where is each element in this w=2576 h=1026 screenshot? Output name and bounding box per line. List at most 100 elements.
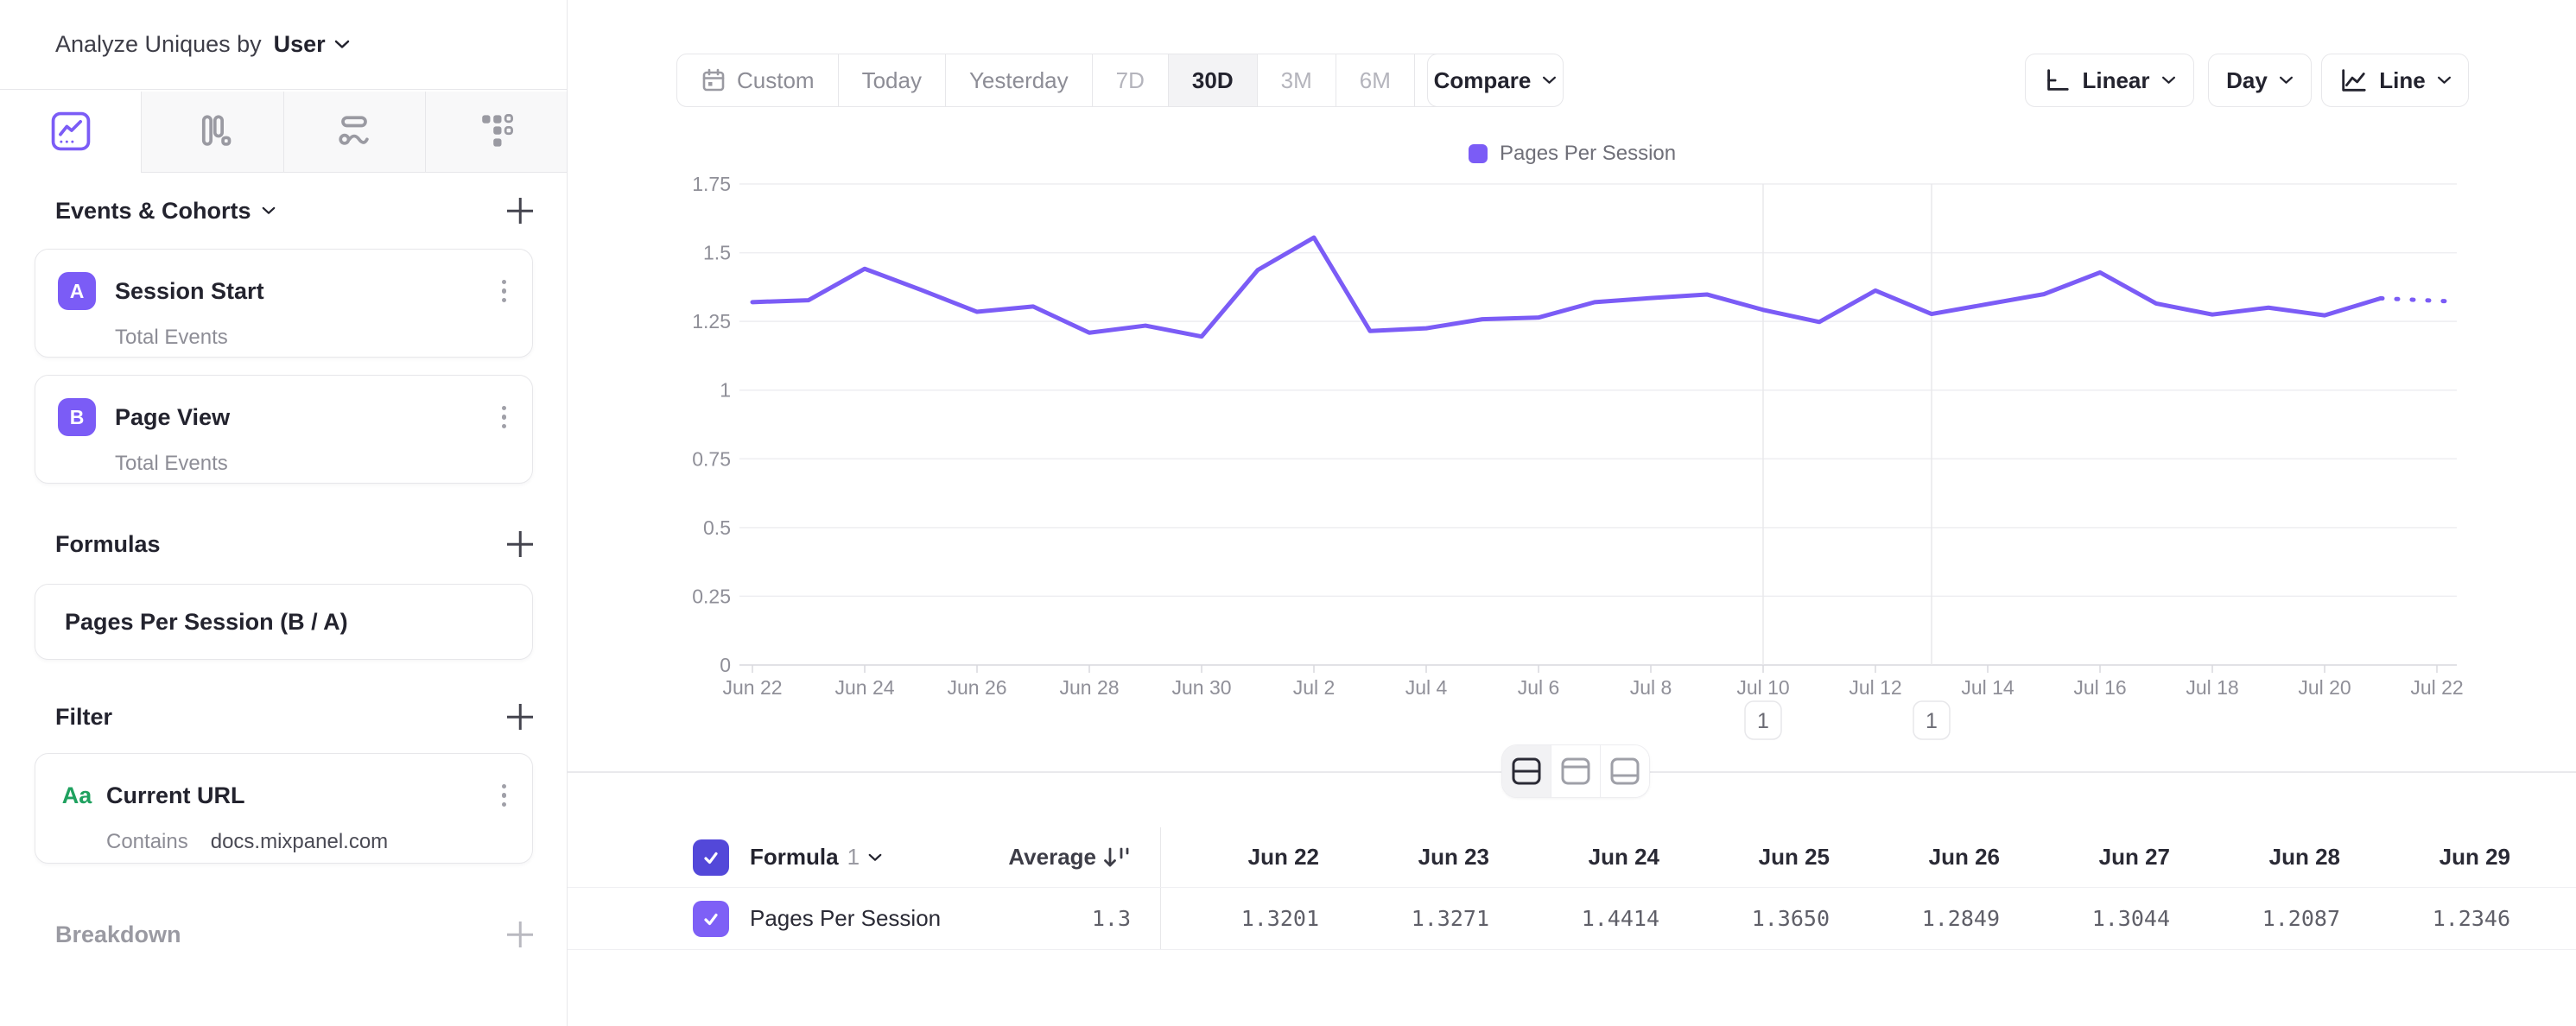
filter-value[interactable]: docs.mixpanel.com — [211, 830, 388, 854]
range-button-custom[interactable]: Custom — [677, 54, 838, 106]
breakdown-table: Formula 1 Average Jun 22Jun 23Jun 24Jun … — [568, 827, 2576, 950]
split-view-icon — [1511, 757, 1542, 786]
x-axis-label: Jun 24 — [834, 676, 894, 699]
tab-retention[interactable] — [425, 92, 567, 173]
layout-table-view-button[interactable] — [1600, 745, 1649, 797]
interval-dropdown[interactable]: Day — [2208, 54, 2312, 107]
chevron-down-icon — [334, 40, 350, 49]
range-button-30d[interactable]: 30D — [1168, 54, 1257, 106]
string-type-icon: Aa — [58, 776, 96, 814]
series-checkbox[interactable] — [693, 901, 729, 937]
report-type-tabbar — [0, 92, 567, 173]
x-axis-label: Jul 10 — [1736, 676, 1789, 699]
table-row[interactable]: Pages Per Session 1.3 1.32011.32711.4414… — [568, 888, 2576, 950]
x-axis-label: Jul 18 — [2186, 676, 2238, 699]
date-column-header: Jun 22 — [1161, 844, 1331, 871]
date-cell-value: 1.3201 — [1161, 906, 1331, 931]
add-event-button[interactable] — [504, 195, 536, 226]
layout-chart-view-button[interactable] — [1551, 745, 1600, 797]
sidebar: Analyze Uniques by User — [0, 0, 568, 1026]
x-axis-label: Jun 22 — [722, 676, 782, 699]
x-axis: Jun 22Jun 24Jun 26Jun 28Jun 30Jul 2Jul 4… — [722, 665, 2463, 699]
event-card-page-view[interactable]: B Page View Total Events — [35, 375, 533, 484]
x-axis-label: Jun 30 — [1171, 676, 1231, 699]
x-axis-label: Jul 16 — [2073, 676, 2126, 699]
axis-scale-dropdown[interactable]: Linear — [2025, 54, 2194, 107]
average-value: 1.3 — [1092, 906, 1131, 931]
formula-group-dropdown[interactable]: Formula 1 — [750, 844, 882, 871]
event-metric[interactable]: Total Events — [115, 326, 228, 350]
filter-section-header: Filter — [55, 701, 536, 732]
x-axis-label: Jul 14 — [1961, 676, 2014, 699]
select-all-checkbox[interactable] — [693, 839, 729, 876]
filter-menu-button[interactable] — [498, 781, 511, 811]
analyze-by-value: User — [274, 31, 326, 58]
range-button-7d[interactable]: 7D — [1092, 54, 1168, 106]
flows-icon — [332, 109, 377, 154]
date-column-header: Jun 23 — [1331, 844, 1501, 871]
range-button-6m[interactable]: 6M — [1336, 54, 1414, 106]
date-cell-value: 1.4414 — [1501, 906, 1672, 931]
event-badge-b: B — [58, 398, 96, 436]
breakdown-section-header: Breakdown — [55, 919, 536, 950]
date-column-header: Jun 27 — [2012, 844, 2182, 871]
range-button-yesterday[interactable]: Yesterday — [945, 54, 1092, 106]
average-column-header: Average — [1008, 844, 1096, 871]
x-axis-label: Jul 12 — [1849, 676, 1901, 699]
range-button-3m[interactable]: 3M — [1257, 54, 1336, 106]
x-axis-label: Jul 22 — [2410, 676, 2463, 699]
chevron-down-icon — [2279, 76, 2294, 85]
chart-view-icon — [1560, 757, 1591, 786]
check-icon — [701, 848, 720, 867]
chart-legend[interactable]: Pages Per Session — [1469, 142, 1676, 166]
legend-label: Pages Per Session — [1500, 142, 1676, 166]
date-column-header: Jun 29 — [2352, 844, 2522, 871]
filter-card-current-url[interactable]: Aa Current URL Contains docs.mixpanel.co… — [35, 753, 533, 864]
add-breakdown-button[interactable] — [504, 919, 536, 950]
event-menu-button[interactable] — [498, 402, 511, 433]
check-icon — [701, 909, 720, 928]
layout-split-view-button[interactable] — [1502, 745, 1551, 797]
formula-card[interactable]: Pages Per Session (B / A) — [35, 584, 533, 660]
chevron-down-icon — [1542, 76, 1557, 85]
events-section-header: Events & Cohorts — [55, 195, 536, 226]
range-button-today[interactable]: Today — [838, 54, 945, 106]
line-chart[interactable]: 00.250.50.7511.251.51.7511Jun 22Jun 24Ju… — [682, 173, 2481, 760]
filter-operator[interactable]: Contains — [106, 830, 188, 854]
chevron-down-icon — [262, 206, 276, 215]
tab-bars[interactable] — [141, 92, 282, 173]
sort-icon[interactable] — [1101, 845, 1131, 871]
tab-flows[interactable] — [283, 92, 425, 173]
linear-axis-icon — [2043, 66, 2071, 94]
tab-insights[interactable] — [0, 92, 141, 173]
y-axis-label: 1.25 — [692, 310, 731, 332]
event-menu-button[interactable] — [498, 276, 511, 307]
event-card-session-start[interactable]: A Session Start Total Events — [35, 249, 533, 358]
event-metric[interactable]: Total Events — [115, 452, 228, 476]
legend-swatch — [1469, 144, 1488, 163]
filter-property-name: Current URL — [106, 782, 245, 809]
bar-chart-icon — [190, 109, 235, 154]
analyze-by-dropdown[interactable]: User — [274, 31, 350, 58]
analyze-uniques-label: Analyze Uniques by — [55, 31, 262, 58]
chevron-down-icon — [2437, 76, 2452, 85]
y-axis-label: 0.5 — [703, 516, 731, 539]
add-formula-button[interactable] — [504, 529, 536, 560]
line-chart-type-icon — [2338, 66, 2368, 94]
y-axis-label: 0.75 — [692, 447, 731, 470]
retention-grid-icon — [473, 109, 518, 154]
y-axis-label: 1.75 — [692, 173, 731, 195]
series-line-projected — [2381, 298, 2455, 301]
add-filter-button[interactable] — [504, 701, 536, 732]
x-axis-label: Jul 8 — [1630, 676, 1672, 699]
x-axis-label: Jun 28 — [1059, 676, 1119, 699]
event-name: Session Start — [115, 278, 264, 305]
compare-button[interactable]: Compare — [1427, 54, 1564, 107]
x-axis-label: Jul 4 — [1405, 676, 1448, 699]
events-section-title[interactable]: Events & Cohorts — [55, 198, 276, 225]
event-badge-a: A — [58, 272, 96, 310]
chart-type-dropdown[interactable]: Line — [2321, 54, 2469, 107]
chevron-down-icon — [2161, 76, 2176, 85]
event-name: Page View — [115, 404, 230, 431]
filter-section-title: Filter — [55, 704, 112, 731]
